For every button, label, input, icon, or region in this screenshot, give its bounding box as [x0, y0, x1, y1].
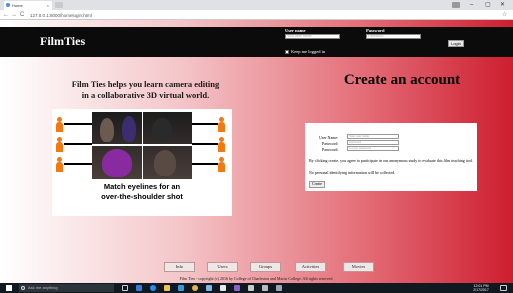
page-favicon-icon	[6, 3, 10, 7]
close-window-icon[interactable]: ✕	[500, 1, 505, 9]
address-bar: ← → C 127.0.0.1:8000/homelogin.html ☆	[0, 10, 513, 20]
caption-line-2: over-the-shoulder shot	[101, 192, 183, 201]
nav-movies-button[interactable]: Movies	[343, 262, 374, 272]
illustration-caption: Match eyelines for an over-the-shoulder …	[52, 182, 232, 202]
footer-nav: Info Users Groups Activities Movies	[0, 262, 513, 272]
visual-studio-icon[interactable]	[234, 285, 240, 291]
character-figure	[122, 116, 136, 142]
create-account-title: Create an account	[343, 72, 461, 88]
new-tab-button[interactable]	[55, 2, 63, 8]
eyeline-line	[64, 143, 92, 145]
cortana-icon	[21, 286, 25, 290]
create-button[interactable]: Create	[309, 181, 325, 188]
nav-info-button[interactable]: Info	[164, 262, 195, 272]
character-figure	[100, 118, 114, 142]
password-label: Password:	[322, 141, 339, 146]
keep-logged-in-checkbox[interactable]	[285, 50, 289, 54]
person-icon	[56, 157, 64, 172]
minimize-icon[interactable]: –	[470, 1, 473, 9]
reload-icon[interactable]: C	[20, 11, 24, 19]
tab-title: Home	[12, 3, 23, 8]
person-icon	[218, 117, 226, 132]
character-figure	[154, 150, 176, 176]
character-figure	[152, 118, 172, 142]
file-explorer-icon[interactable]	[164, 285, 170, 291]
privacy-text: No personal identifying information will…	[309, 170, 396, 175]
app-icon[interactable]	[178, 285, 184, 291]
forward-icon[interactable]: →	[11, 11, 17, 19]
nav-users-button[interactable]: Users	[207, 262, 238, 272]
tagline-line-2: in a collaborative 3D virtual world.	[81, 90, 210, 100]
password-label: Password	[366, 28, 385, 33]
eyeline-line	[64, 123, 92, 125]
keep-logged-in-label: Keep me logged in	[291, 49, 326, 54]
url-field[interactable]: 127.0.0.1:8000/homelogin.html	[30, 12, 500, 19]
app-icon[interactable]	[220, 285, 226, 291]
browser-tab[interactable]: Home ×	[4, 1, 52, 10]
confirm-password-input[interactable]: re-type password	[347, 146, 399, 151]
close-tab-icon[interactable]: ×	[47, 1, 49, 10]
copyright-text: Film Ties - copyright (c) 2016 by Colleg…	[179, 276, 334, 281]
header-password-input[interactable]: Password	[366, 34, 421, 39]
password-input[interactable]: password	[347, 140, 399, 145]
login-button[interactable]: Login	[448, 40, 464, 47]
windows-start-icon[interactable]	[6, 285, 12, 291]
windows-taskbar: Ask me anything 12:01 PM 2/17/2017	[0, 283, 513, 293]
consent-text: By clicking create, you agree to partici…	[309, 158, 473, 163]
bookmark-star-icon[interactable]: ☆	[502, 11, 507, 18]
app-icon[interactable]	[276, 285, 282, 291]
user-name-input[interactable]: Your user name	[347, 134, 399, 139]
site-logo[interactable]: FilmTies	[40, 34, 85, 49]
user-name-label: User Name:	[319, 135, 339, 140]
eyeline-line	[64, 163, 92, 165]
frame-divider	[92, 144, 192, 146]
clock-date: 2/17/2017	[473, 288, 489, 292]
taskbar-search-text: Ask me anything	[28, 285, 58, 290]
person-icon	[56, 137, 64, 152]
scene-render-image	[92, 112, 192, 179]
app-icon[interactable]	[248, 285, 254, 291]
eyeline-line	[192, 163, 218, 165]
edge-browser-icon[interactable]	[150, 285, 156, 291]
eyeline-illustration: Match eyelines for an over-the-shoulder …	[52, 109, 232, 216]
username-label: User name	[285, 28, 306, 33]
app-icon[interactable]	[206, 285, 212, 291]
person-icon	[218, 137, 226, 152]
app-icon[interactable]	[262, 285, 268, 291]
eyeline-line	[192, 123, 218, 125]
page-content: FilmTies User name Your user name Passwo…	[0, 20, 513, 283]
tagline-line-1: Film Ties helps you learn camera editing	[71, 79, 220, 89]
taskbar-search-box[interactable]: Ask me anything	[19, 284, 114, 292]
browser-tab-bar: Home × – ▢ ✕	[0, 0, 513, 10]
confirm-password-label: Password:	[322, 147, 339, 152]
signup-form: User Name: Your user name Password: pass…	[305, 123, 477, 191]
caption-line-1: Match eyelines for an	[103, 182, 181, 191]
character-figure	[102, 149, 132, 177]
profile-button[interactable]	[452, 2, 460, 8]
nav-activities-button[interactable]: Activities	[295, 262, 326, 272]
maximize-icon[interactable]: ▢	[485, 1, 491, 9]
system-clock[interactable]: 12:01 PM 2/17/2017	[470, 284, 492, 292]
person-icon	[218, 157, 226, 172]
back-icon[interactable]: ←	[3, 11, 9, 19]
task-view-icon[interactable]	[122, 285, 128, 291]
nav-groups-button[interactable]: Groups	[250, 262, 281, 272]
store-icon[interactable]	[136, 285, 142, 291]
notifications-icon[interactable]	[500, 285, 507, 291]
tagline: Film Ties helps you learn camera editing…	[52, 79, 239, 101]
eyeline-line	[192, 143, 218, 145]
chrome-browser-icon[interactable]	[192, 285, 198, 291]
person-icon	[56, 117, 64, 132]
header-username-input[interactable]: Your user name	[285, 34, 340, 39]
site-header: FilmTies User name Your user name Passwo…	[0, 27, 513, 57]
